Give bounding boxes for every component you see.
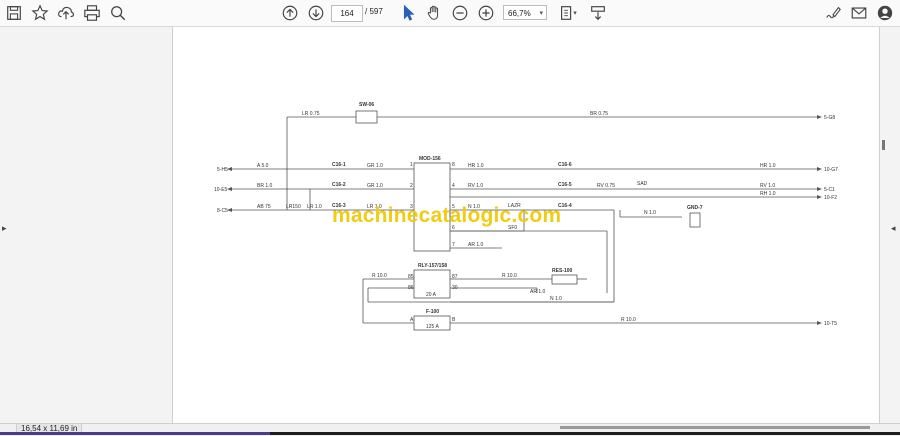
email-icon[interactable] (849, 3, 869, 23)
ref-right-4: 10-F2 (824, 195, 837, 201)
print-icon[interactable] (82, 3, 102, 23)
save-icon[interactable] (4, 3, 24, 23)
previous-page-icon[interactable] (280, 3, 300, 23)
ref-right-1: 5-G8 (824, 115, 835, 121)
vertical-scrollbar-thumb[interactable] (882, 140, 885, 150)
fuse-label: F-100 (426, 309, 439, 315)
horizontal-scrollbar-thumb[interactable] (560, 426, 870, 429)
next-page-icon[interactable] (306, 3, 326, 23)
wire-ar10: AR 1.0 (468, 242, 484, 248)
wire-n10c: N 1.0 (550, 296, 562, 302)
pin-2: 2 (410, 183, 413, 189)
wire-br10: BR 1.0 (257, 183, 273, 189)
zoom-level-value: 66,7% (508, 9, 531, 18)
wire-hr10b: HR 1.0 (760, 163, 776, 169)
pin-7: 7 (452, 242, 455, 248)
wire-hr10a: HR 1.0 (468, 163, 484, 169)
pin-85: 85 (408, 274, 414, 280)
pin-a: A (410, 317, 414, 323)
wire-r100a: R 10.0 (372, 273, 387, 279)
page-number-input[interactable]: 164 (331, 5, 363, 22)
hand-tool-icon[interactable] (424, 3, 444, 23)
zoom-in-icon[interactable] (476, 3, 496, 23)
resistor-label: RES-100 (552, 268, 573, 274)
relay-rating: 20 A (426, 292, 437, 298)
cloud-upload-icon[interactable] (56, 3, 76, 23)
connector-c16-5: C16-5 (558, 182, 572, 188)
left-panel-toggle-icon[interactable]: ▸ (2, 223, 7, 234)
right-panel-toggle-icon[interactable]: ◂ (891, 223, 896, 234)
ground-label: GND-7 (687, 205, 703, 211)
wire-lr150: LR150 (286, 204, 301, 210)
pin-4: 4 (452, 183, 455, 189)
pin-1: 1 (410, 162, 413, 168)
wire-ar10b: AR 1.0 (530, 289, 546, 295)
wire-sad: SAD (637, 181, 648, 187)
pin-86: 86 (408, 285, 414, 291)
wire-lr075: LR 0.75 (302, 111, 320, 117)
ref-right-3: 5-C1 (824, 187, 835, 193)
connector-c16-2: C16-2 (332, 182, 346, 188)
wire-rv10b: RV 1.0 (760, 183, 775, 189)
fuse-rating: 125 A (426, 324, 439, 330)
wire-gr10b: GR 1.0 (367, 183, 383, 189)
wire-ab75: AB 75 (257, 204, 271, 210)
chevron-down-icon: ▾ (539, 10, 543, 17)
scroll-mode-icon[interactable] (588, 3, 608, 23)
bookmark-star-icon[interactable] (30, 3, 50, 23)
wire-r100b: R 10.0 (502, 273, 517, 279)
wire-a50: A 5.0 (257, 163, 269, 169)
wire-rv075: RV 0.75 (597, 183, 615, 189)
account-icon[interactable] (875, 3, 895, 23)
ref-left-2: 10-E5 (214, 187, 228, 193)
wire-n10b: N 1.0 (644, 210, 656, 216)
pin-30: 30 (452, 285, 458, 291)
ref-left-1: 5-H5 (217, 167, 228, 173)
wire-rh10a: RH 1.0 (760, 191, 776, 197)
relay-label: RLY-157/158 (418, 263, 447, 269)
ref-right-5: 10-T5 (824, 321, 837, 327)
select-cursor-icon[interactable] (398, 3, 418, 23)
ref-left-3: 8-C5 (217, 208, 228, 214)
zoom-out-icon[interactable] (450, 3, 470, 23)
watermark: machinecatalogic.com (332, 204, 562, 227)
wire-br075: BR 0.75 (590, 111, 608, 117)
connector-c16-1: C16-1 (332, 162, 346, 168)
ref-right-2: 10-G7 (824, 167, 838, 173)
pin-b: B (452, 317, 456, 323)
wire-r100c: R 10.0 (621, 317, 636, 323)
page-fit-dropdown-icon[interactable]: ▾ (570, 3, 580, 23)
connector-c16-6: C16-6 (558, 162, 572, 168)
zoom-level-select[interactable]: 66,7% ▾ (503, 5, 547, 20)
sign-pen-icon[interactable] (823, 3, 843, 23)
sw-label: SW-06 (359, 102, 374, 108)
page-total: / 597 (365, 7, 383, 16)
search-icon[interactable] (108, 3, 128, 23)
mod-label: MOD-156 (419, 156, 441, 162)
wire-lr10a: LR 1.0 (307, 204, 322, 210)
pin-87: 87 (452, 274, 458, 280)
pin-10: 8 (452, 162, 455, 168)
wire-rv10a: RV 1.0 (468, 183, 483, 189)
wire-gr10a: GR 1.0 (367, 163, 383, 169)
